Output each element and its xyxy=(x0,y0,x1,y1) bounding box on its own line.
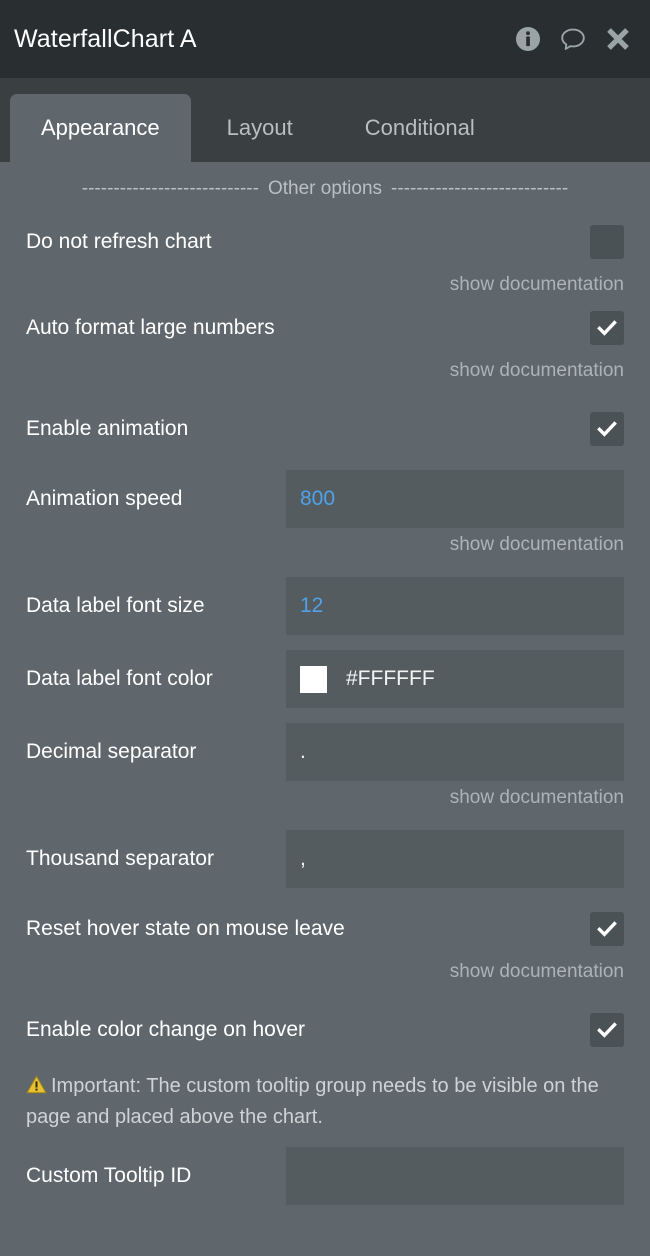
setting-row-do-not-refresh-chart: Do not refresh chart xyxy=(26,216,624,268)
check-icon xyxy=(597,320,617,336)
setting-row-thousand-separator: Thousand separator , xyxy=(26,830,624,888)
property-panel-window: WaterfallChart A Appearance Layout Condi… xyxy=(0,0,650,1256)
setting-label: Decimal separator xyxy=(26,740,197,763)
field-value: . xyxy=(300,740,306,763)
show-documentation-link[interactable]: show documentation xyxy=(450,787,624,809)
divider-dashes-left: ---------------------------- xyxy=(81,178,259,199)
comment-icon[interactable] xyxy=(559,25,587,53)
setting-row-data-label-font-size: Data label font size 12 xyxy=(26,577,624,635)
setting-label: Thousand separator xyxy=(26,847,214,870)
tab-conditional[interactable]: Conditional xyxy=(337,94,503,162)
setting-label: Reset hover state on mouse leave xyxy=(26,917,345,940)
appearance-panel: ---------------------------- Other optio… xyxy=(0,162,650,1256)
custom-tooltip-id-input[interactable] xyxy=(286,1146,624,1205)
checkbox-reset-hover-state[interactable] xyxy=(590,912,624,946)
setting-label: Auto format large numbers xyxy=(26,316,275,339)
setting-row-animation-speed: Animation speed 800 xyxy=(26,470,624,528)
setting-row-enable-animation: Enable animation xyxy=(26,403,624,455)
page-title: WaterfallChart A xyxy=(14,24,197,53)
show-documentation-link[interactable]: show documentation xyxy=(450,274,624,296)
show-documentation-link[interactable]: show documentation xyxy=(450,961,624,983)
field-value: , xyxy=(300,847,306,870)
doc-row: show documentation xyxy=(26,528,624,562)
animation-speed-input[interactable]: 800 xyxy=(286,470,624,528)
setting-label: Do not refresh chart xyxy=(26,230,212,253)
close-icon[interactable] xyxy=(604,25,632,53)
color-swatch[interactable] xyxy=(300,665,327,693)
checkbox-enable-color-change-on-hover[interactable] xyxy=(590,1013,624,1047)
data-label-font-size-input[interactable]: 12 xyxy=(286,577,624,635)
checkbox-auto-format-large-numbers[interactable] xyxy=(590,311,624,345)
doc-row: show documentation xyxy=(26,268,624,302)
tab-appearance[interactable]: Appearance xyxy=(10,94,191,162)
section-divider-other-options: ---------------------------- Other optio… xyxy=(26,162,624,216)
setting-label: Enable animation xyxy=(26,417,189,440)
checkbox-do-not-refresh-chart[interactable] xyxy=(590,225,624,259)
setting-row-enable-color-change-on-hover: Enable color change on hover xyxy=(26,1004,624,1056)
setting-row-reset-hover-state: Reset hover state on mouse leave xyxy=(26,903,624,955)
warning-triangle-icon xyxy=(26,1074,47,1103)
important-note-text: Important: The custom tooltip group need… xyxy=(26,1075,599,1129)
setting-label: Custom Tooltip ID xyxy=(26,1163,192,1187)
check-icon xyxy=(597,921,617,937)
title-bar-actions xyxy=(514,25,632,53)
check-icon xyxy=(597,1022,617,1038)
title-bar: WaterfallChart A xyxy=(0,0,650,78)
tab-bar: Appearance Layout Conditional xyxy=(0,78,650,162)
setting-label: Data label font size xyxy=(26,594,205,617)
setting-row-auto-format-large-numbers: Auto format large numbers xyxy=(26,302,624,354)
section-title: Other options xyxy=(267,178,383,199)
setting-label: Enable color change on hover xyxy=(26,1018,306,1041)
field-value: 800 xyxy=(300,487,336,510)
show-documentation-link[interactable]: show documentation xyxy=(450,534,624,556)
doc-row: show documentation xyxy=(26,955,624,989)
setting-row-custom-tooltip-id: Custom Tooltip ID xyxy=(26,1146,624,1205)
checkbox-enable-animation[interactable] xyxy=(590,412,624,446)
info-icon[interactable] xyxy=(514,25,542,53)
field-value: #FFFFFF xyxy=(346,667,435,690)
thousand-separator-input[interactable]: , xyxy=(286,830,624,888)
doc-row: show documentation xyxy=(26,354,624,388)
setting-label: Animation speed xyxy=(26,487,183,510)
data-label-font-color-input[interactable]: #FFFFFF xyxy=(286,650,624,708)
tab-layout[interactable]: Layout xyxy=(199,94,321,162)
setting-row-decimal-separator: Decimal separator . xyxy=(26,723,624,781)
decimal-separator-input[interactable]: . xyxy=(286,723,624,781)
field-value: 12 xyxy=(300,594,324,617)
check-icon xyxy=(597,421,617,437)
setting-row-data-label-font-color: Data label font color #FFFFFF xyxy=(26,650,624,708)
show-documentation-link[interactable]: show documentation xyxy=(450,360,624,382)
divider-dashes-right: ---------------------------- xyxy=(391,178,569,199)
setting-label: Data label font color xyxy=(26,667,213,690)
important-note: Important: The custom tooltip group need… xyxy=(26,1072,624,1132)
doc-row: show documentation xyxy=(26,781,624,815)
